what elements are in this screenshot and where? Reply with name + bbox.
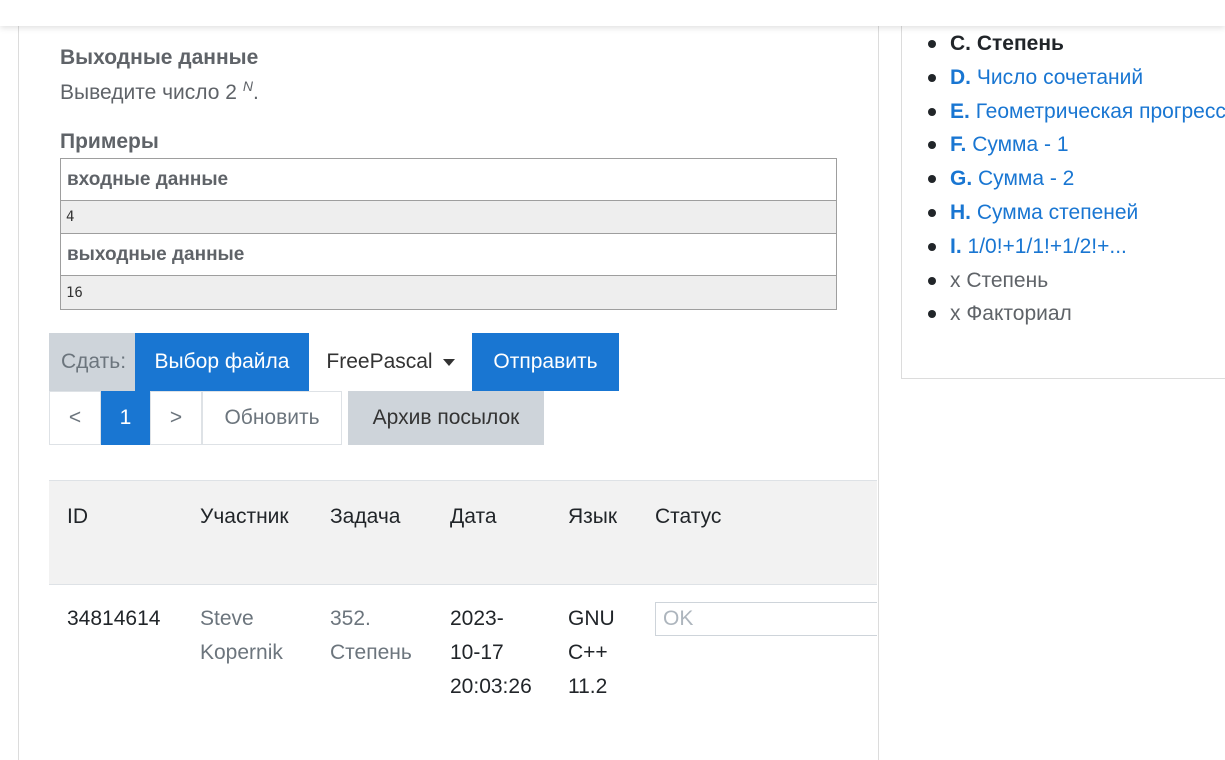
problem-name: Степень (976, 32, 1064, 55)
problem-name: Число сочетаний (976, 65, 1144, 89)
problem-name: Сумма степеней (976, 200, 1139, 224)
problem-letter: H. (950, 200, 971, 224)
sample-output-label: выходные данные (61, 234, 836, 276)
sample-input-value: 4 (61, 201, 836, 234)
column-header-language: Язык (568, 505, 618, 528)
problem-list-item[interactable]: x Факториал (928, 300, 1225, 334)
examples-heading: Примеры (60, 130, 159, 153)
problem-list-item[interactable]: x Степень (928, 267, 1225, 301)
problem-list-item[interactable]: D. Число сочетаний (928, 64, 1225, 98)
submissions-table-header: ID Участник Задача Дата Язык Статус (49, 480, 877, 585)
submission-date: 2023- 10-17 20:03:26 (450, 607, 532, 698)
output-heading: Выходные данные (60, 46, 259, 69)
problem-letter: F. (950, 133, 967, 157)
problem-letter: E. (950, 99, 970, 123)
refresh-button[interactable]: Обновить (202, 391, 342, 445)
column-header-id: ID (67, 505, 88, 528)
top-navbar (0, 0, 1225, 26)
sample-input-label: входные данные (61, 159, 836, 201)
problem-letter: D. (950, 65, 971, 89)
problem-name: Сумма - 2 (978, 167, 1075, 191)
sample-output-value: 16 (61, 276, 836, 309)
problem-list-item: C. Степень (928, 30, 1225, 64)
submission-language: GNU C++ 11.2 (568, 607, 615, 698)
submission-participant[interactable]: Steve Kopernik (200, 602, 283, 670)
language-select[interactable]: FreePascal (309, 333, 472, 391)
submissions-archive-button[interactable]: Архив посылок (348, 391, 544, 445)
output-description: Выведите число 2 N. (60, 78, 259, 104)
pager-next-button[interactable]: > (150, 391, 202, 445)
choose-file-button[interactable]: Выбор файла (135, 333, 309, 391)
problem-name: x Степень (950, 268, 1049, 292)
column-header-status: Статус (655, 505, 722, 528)
problem-letter: I. (950, 234, 962, 258)
problem-list: C. Степень D. Число сочетаний E. Геометрич… (928, 30, 1225, 334)
sample-table: входные данные 4 выходные данные 16 (60, 158, 837, 310)
pager-prev-button[interactable]: < (49, 391, 101, 445)
submission-id[interactable]: 34814614 (67, 602, 160, 636)
submit-form: Сдать: Выбор файла FreePascal Отправить (49, 333, 619, 391)
problem-letter: C. (950, 32, 971, 55)
submission-task[interactable]: 352. Степень (330, 602, 412, 670)
column-header-task: Задача (330, 505, 401, 528)
language-select-value: FreePascal (326, 350, 433, 373)
column-header-participant: Участник (200, 505, 289, 528)
problem-list-item[interactable]: G. Сумма - 2 (928, 165, 1225, 199)
problem-name: x Факториал (950, 302, 1072, 326)
pager-page-1[interactable]: 1 (101, 391, 150, 445)
submission-status[interactable]: OK (655, 602, 877, 636)
problem-list-item[interactable]: F. Сумма - 1 (928, 131, 1225, 165)
column-header-date: Дата (450, 505, 497, 528)
problem-list-item[interactable]: E. Геометрическая прогрессия (928, 98, 1225, 132)
caret-down-icon (442, 358, 455, 366)
submit-label: Сдать: (49, 333, 135, 391)
problem-letter: G. (950, 167, 973, 191)
problem-list-item[interactable]: I. 1/0!+1/1!+1/2!+... (928, 233, 1225, 267)
problem-name: Геометрическая прогрессия (975, 99, 1225, 123)
send-button[interactable]: Отправить (472, 333, 619, 391)
problem-name: 1/0!+1/1!+1/2!+... (967, 234, 1127, 258)
problem-list-item[interactable]: H. Сумма степеней (928, 199, 1225, 233)
problem-name: Сумма - 1 (972, 133, 1069, 157)
submissions-pager: < 1 > Обновить Архив посылок (49, 391, 544, 445)
